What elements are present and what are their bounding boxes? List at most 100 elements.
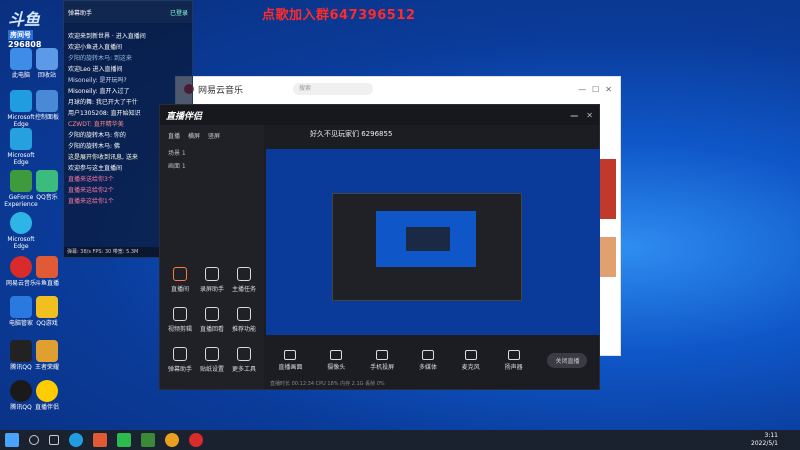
chat-message: 欢迎Leo 进入直播间 xyxy=(68,66,123,73)
tool-icon xyxy=(237,267,251,281)
chat-message: 欢迎来到新世界 · 进入直播间 xyxy=(68,33,146,40)
chat-message: 欢迎小鱼进入直播间 xyxy=(68,44,123,51)
recycle-bin-icon xyxy=(36,48,58,70)
music-taskbar-icon[interactable] xyxy=(189,433,203,447)
tab-portrait[interactable]: 竖屏 xyxy=(208,131,220,140)
app-title: 直播伴侣 xyxy=(166,111,203,122)
room-title: 好久不见玩家们 6296855 xyxy=(310,130,393,138)
netease-search-input[interactable]: 搜索 xyxy=(293,83,374,95)
live-preview[interactable] xyxy=(266,149,600,335)
desktop-icon-todo[interactable]: Microsoft Edge xyxy=(4,128,38,166)
tool-replay[interactable]: 直播回看 xyxy=(194,307,230,333)
phone-icon xyxy=(376,349,389,360)
close-icon[interactable]: ✕ xyxy=(586,111,593,120)
live-status-bar: 直播时长 00:12:34 CPU 18% 内存 2.1G 丢帧 0% xyxy=(270,381,385,387)
camera-icon xyxy=(330,349,343,360)
speaker-icon xyxy=(507,349,520,360)
qq-icon xyxy=(10,380,32,402)
chat-title: 弹幕助手 xyxy=(68,9,93,17)
desktop-icon-control[interactable]: 控制面板 xyxy=(30,90,64,121)
tool-recommend[interactable]: 推荐功能 xyxy=(226,307,262,333)
minimize-icon[interactable]: — xyxy=(570,111,578,120)
logo-title: 斗鱼 xyxy=(8,10,41,29)
douyu-taskbar-icon[interactable] xyxy=(93,433,107,447)
tool-recorder[interactable]: 录屏助手 xyxy=(194,267,230,293)
tool-icon xyxy=(205,347,219,361)
live-bottom-toolbar: 直播画面 摄像头 手机投屏 多媒体 麦克风 扬声器 关闭直播 xyxy=(266,345,600,375)
watermark: 点歌加入群647396512 xyxy=(262,8,416,23)
tab-landscape[interactable]: 横屏 xyxy=(188,131,200,140)
preview-nested-screen-2 xyxy=(406,227,450,251)
tool-video-edit[interactable]: 视频剪辑 xyxy=(162,307,198,333)
tool-more[interactable]: 更多工具 xyxy=(226,347,262,373)
chat-message: Misoneily: 直开入过了 xyxy=(68,88,130,95)
tool-icon xyxy=(173,347,187,361)
close-icon[interactable]: ✕ xyxy=(605,85,612,94)
phone-cast-button[interactable]: 手机投屏 xyxy=(370,349,394,371)
tool-icon xyxy=(237,347,251,361)
desktop-icon-douyu[interactable]: 斗鱼直播 xyxy=(30,256,64,287)
douyu-logo: 斗鱼 房间号 296808 xyxy=(8,6,58,49)
wechat-taskbar-icon[interactable] xyxy=(117,433,131,447)
desktop-icon-helper[interactable]: 直播伴侣 xyxy=(30,380,64,411)
tool-icon xyxy=(205,307,219,321)
tool-tasks[interactable]: 主播任务 xyxy=(226,267,262,293)
music-icon xyxy=(10,256,32,278)
chat-message: Misoneily: 是开玩吗? xyxy=(68,77,127,84)
chat-status: 已登录 xyxy=(169,9,188,17)
tool-icon xyxy=(237,307,251,321)
clock-time: 3:11 xyxy=(764,432,778,439)
source-item[interactable]: 画面 1 xyxy=(160,159,264,172)
microphone-button[interactable]: 麦克风 xyxy=(462,349,480,371)
tool-danmaku[interactable]: 弹幕助手 xyxy=(162,347,198,373)
game-taskbar-icon[interactable] xyxy=(141,433,155,447)
netease-titlebar: 网易云音乐 搜索 — ☐ ✕ xyxy=(176,77,620,101)
source-item[interactable]: 场景 1 xyxy=(160,146,264,159)
desktop-icon-wzry[interactable]: 王者荣耀 xyxy=(30,340,64,371)
live-streaming-app[interactable]: 直播伴侣 — ✕ 直播 横屏 竖屏 场景 1 画面 1 直播间 录屏助手 主播任… xyxy=(159,104,600,390)
screen-icon xyxy=(284,349,297,360)
minimize-icon[interactable]: — xyxy=(578,85,586,94)
nvidia-icon xyxy=(10,170,32,192)
desktop-icon-qqmusic[interactable]: QQ音乐 xyxy=(30,170,64,201)
app-icon xyxy=(10,128,32,150)
maximize-icon[interactable]: ☐ xyxy=(592,85,599,94)
tool-icon xyxy=(205,267,219,281)
desktop-icon-recycle[interactable]: 回收站 xyxy=(30,48,64,79)
tool-icon xyxy=(173,267,187,281)
qq-icon xyxy=(10,340,32,362)
windows-start-icon[interactable] xyxy=(5,433,19,447)
camera-button[interactable]: 摄像头 xyxy=(327,349,345,371)
edge-icon xyxy=(10,212,32,234)
desktop-icon-edge-2[interactable]: Microsoft Edge xyxy=(4,212,38,250)
clock-date: 2022/5/1 xyxy=(751,440,778,447)
qqgame-icon xyxy=(36,296,58,318)
qqmusic-icon xyxy=(36,170,58,192)
computer-icon xyxy=(10,48,32,70)
chat-header: 弹幕助手 已登录 xyxy=(64,1,192,23)
edge-taskbar-icon[interactable] xyxy=(69,433,83,447)
live-titlebar: 直播伴侣 — ✕ xyxy=(160,105,599,125)
room-label: 房间号 xyxy=(8,30,33,40)
desktop-icon-qqgame[interactable]: QQ游戏 xyxy=(30,296,64,327)
control-panel-icon xyxy=(36,90,58,112)
netease-title: 网易云音乐 xyxy=(198,85,244,96)
tool-icon xyxy=(173,307,187,321)
go-live-button[interactable]: 关闭直播 xyxy=(547,352,588,368)
speaker-button[interactable]: 扬声器 xyxy=(505,349,523,371)
taskbar: 3:11 2022/5/1 xyxy=(0,430,800,450)
task-view-icon[interactable] xyxy=(49,435,59,445)
edge-icon xyxy=(10,90,32,112)
chrome-taskbar-icon[interactable] xyxy=(165,433,179,447)
tool-sticker[interactable]: 贴纸设置 xyxy=(194,347,230,373)
tool-live-room[interactable]: 直播间 xyxy=(162,267,198,293)
tab-live[interactable]: 直播 xyxy=(168,131,180,140)
search-icon[interactable] xyxy=(29,435,39,445)
douyu-icon xyxy=(36,256,58,278)
taskbar-clock[interactable]: 3:11 2022/5/1 xyxy=(751,432,778,448)
helper-icon xyxy=(36,380,58,402)
media-button[interactable]: 多媒体 xyxy=(419,349,437,371)
shield-icon xyxy=(10,296,32,318)
screen-capture-button[interactable]: 直播画面 xyxy=(278,349,302,371)
live-sidebar: 直播 横屏 竖屏 场景 1 画面 1 直播间 录屏助手 主播任务 视频剪辑 直播… xyxy=(160,125,264,389)
